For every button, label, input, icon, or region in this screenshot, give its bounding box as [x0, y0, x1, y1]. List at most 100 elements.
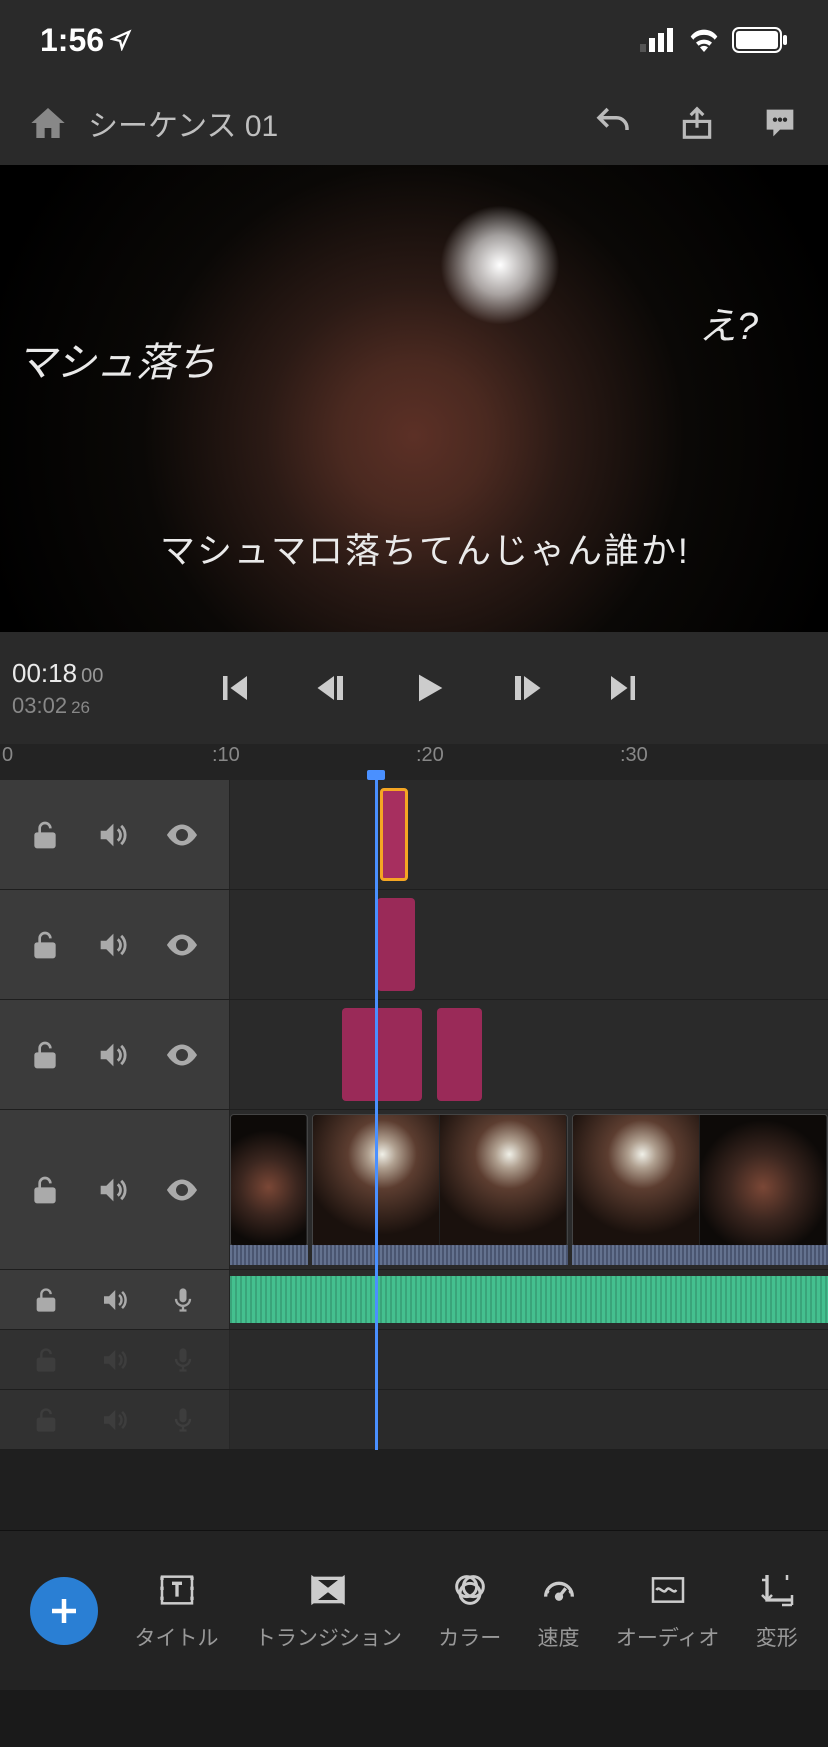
track-overlay-1 — [0, 780, 828, 890]
mic-icon[interactable] — [169, 1346, 197, 1374]
track-overlay-3 — [0, 1000, 828, 1110]
undo-icon[interactable] — [592, 102, 634, 144]
volume-icon[interactable] — [95, 1173, 129, 1207]
track-audio-1 — [0, 1270, 828, 1330]
mic-icon[interactable] — [169, 1406, 197, 1434]
status-indicators — [640, 27, 788, 53]
tool-label: オーディオ — [616, 1622, 720, 1652]
lock-icon[interactable] — [32, 1346, 60, 1374]
timecode-current-frames: 00 — [81, 665, 103, 687]
track-content[interactable] — [230, 1110, 828, 1269]
go-end-icon[interactable] — [605, 670, 641, 706]
preview-caption-2: え? — [699, 295, 758, 350]
track-content[interactable] — [230, 890, 828, 999]
track-content[interactable] — [230, 1390, 828, 1449]
tool-title[interactable]: タイトル — [135, 1570, 219, 1652]
eye-icon[interactable] — [164, 1037, 200, 1073]
tool-label: トランジション — [255, 1622, 402, 1652]
home-icon[interactable] — [28, 103, 68, 143]
lock-icon[interactable] — [29, 1174, 61, 1206]
sequence-title[interactable]: シーケンス 01 — [88, 101, 592, 145]
clip[interactable] — [377, 898, 415, 991]
track-header — [0, 1000, 230, 1109]
volume-icon[interactable] — [99, 1345, 129, 1375]
tool-label: カラー — [438, 1622, 501, 1652]
location-icon — [110, 29, 132, 51]
volume-icon[interactable] — [95, 818, 129, 852]
timecode: 00:1800 03:0226 — [0, 658, 130, 719]
track-header — [0, 1390, 230, 1449]
tool-transform[interactable]: 変形 — [756, 1570, 798, 1652]
track-audio-2 — [0, 1330, 828, 1390]
track-audio-3 — [0, 1390, 828, 1450]
tool-color[interactable]: カラー — [438, 1570, 501, 1652]
lock-icon[interactable] — [29, 819, 61, 851]
speed-icon — [539, 1570, 579, 1610]
bottom-toolbar: タイトル トランジション カラー 速度 オーディオ 変形 — [0, 1530, 828, 1690]
playhead-marker[interactable] — [367, 770, 385, 780]
video-preview[interactable]: マシュ落ち え? マシュマロ落ちてんじゃん誰か! — [0, 165, 828, 632]
transport-bar: 00:1800 03:0226 — [0, 632, 828, 744]
track-content[interactable] — [230, 1330, 828, 1389]
wifi-icon — [688, 28, 720, 52]
eye-icon[interactable] — [164, 817, 200, 853]
tool-label: 変形 — [756, 1622, 798, 1652]
timeline[interactable] — [0, 780, 828, 1450]
eye-icon[interactable] — [164, 1172, 200, 1208]
video-clip[interactable] — [230, 1114, 308, 1247]
track-header — [0, 1270, 230, 1329]
tool-transition[interactable]: トランジション — [255, 1570, 402, 1652]
timeline-ruler[interactable]: 0 :10 :20 :30 — [0, 744, 828, 780]
clock-time: 1:56 — [40, 22, 104, 59]
volume-icon[interactable] — [95, 1038, 129, 1072]
playhead[interactable] — [375, 780, 378, 1450]
app-header: シーケンス 01 — [0, 80, 828, 165]
color-icon — [450, 1570, 490, 1610]
track-content[interactable] — [230, 780, 828, 889]
ruler-mark-30: :30 — [620, 744, 648, 767]
clip[interactable] — [342, 1008, 422, 1101]
step-forward-icon[interactable] — [509, 670, 545, 706]
mic-icon[interactable] — [169, 1286, 197, 1314]
clip[interactable] — [437, 1008, 482, 1101]
play-icon[interactable] — [409, 668, 449, 708]
volume-icon[interactable] — [99, 1405, 129, 1435]
transition-icon — [308, 1570, 348, 1610]
track-content[interactable] — [230, 1000, 828, 1109]
comment-icon[interactable] — [760, 103, 800, 143]
preview-caption-1: マシュ落ち — [16, 330, 216, 388]
share-icon[interactable] — [678, 104, 716, 142]
ruler-mark-10: :10 — [212, 744, 240, 767]
tool-audio[interactable]: オーディオ — [616, 1570, 720, 1652]
lock-icon[interactable] — [29, 929, 61, 961]
step-back-icon[interactable] — [313, 670, 349, 706]
video-clip[interactable] — [572, 1114, 828, 1247]
tool-label: 速度 — [538, 1622, 580, 1652]
go-start-icon[interactable] — [217, 670, 253, 706]
volume-icon[interactable] — [99, 1285, 129, 1315]
plus-icon — [46, 1593, 82, 1629]
audio-icon — [648, 1570, 688, 1610]
video-clip[interactable] — [312, 1114, 568, 1247]
track-content[interactable] — [230, 1270, 828, 1329]
eye-icon[interactable] — [164, 927, 200, 963]
timecode-total: 03:02 — [12, 693, 67, 718]
transform-icon — [757, 1570, 797, 1610]
add-button[interactable] — [30, 1577, 98, 1645]
track-header — [0, 1110, 230, 1269]
lock-icon[interactable] — [32, 1286, 60, 1314]
ruler-mark-0: 0 — [2, 744, 13, 767]
spacer — [0, 1450, 828, 1530]
clip-selected[interactable] — [380, 788, 408, 881]
tool-speed[interactable]: 速度 — [538, 1570, 580, 1652]
signal-icon — [640, 28, 676, 52]
lock-icon[interactable] — [32, 1406, 60, 1434]
volume-icon[interactable] — [95, 928, 129, 962]
track-header — [0, 780, 230, 889]
lock-icon[interactable] — [29, 1039, 61, 1071]
tool-label: タイトル — [135, 1622, 219, 1652]
preview-caption-3: マシュマロ落ちてんじゃん誰か! — [160, 523, 690, 574]
ruler-mark-20: :20 — [416, 744, 444, 767]
track-header — [0, 1330, 230, 1389]
audio-clip[interactable] — [230, 1276, 828, 1323]
